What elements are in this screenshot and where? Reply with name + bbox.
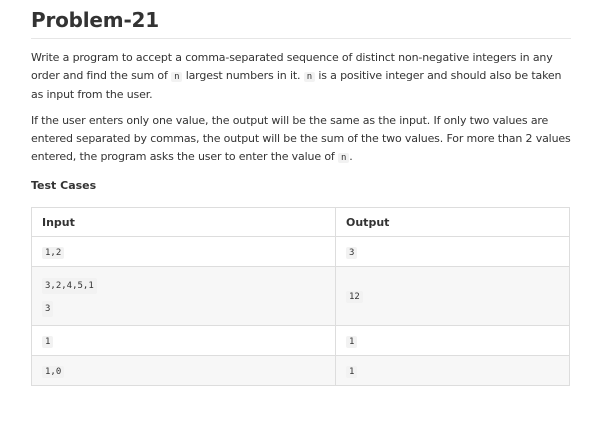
problem-rules: If the user enters only one value, the o… xyxy=(31,112,571,167)
input-cell: 1,2 xyxy=(31,236,336,267)
rules-text: If the user enters only one value, the o… xyxy=(31,114,571,163)
input-value: 3,2,4,5,1 xyxy=(42,278,97,294)
test-cases-table: Input Output 1,2 3 3,2,4,5,1 3 12 1 1 1,0… xyxy=(31,207,570,386)
input-value: 3 xyxy=(42,301,54,317)
problem-description: Write a program to accept a comma-separa… xyxy=(31,49,571,104)
input-column-header: Input xyxy=(31,207,336,237)
inline-code: n xyxy=(303,72,315,82)
input-value: 1 xyxy=(42,335,54,348)
table-row: 1 1 xyxy=(31,325,570,356)
output-cell: 3 xyxy=(335,236,570,267)
inline-code: n xyxy=(337,153,350,163)
output-cell: 1 xyxy=(335,355,570,386)
table-row: 3,2,4,5,1 3 12 xyxy=(31,266,570,326)
test-cases-heading: Test Cases xyxy=(31,179,97,192)
output-value: 3 xyxy=(346,246,358,259)
rules-text: . xyxy=(349,150,353,163)
output-value: 12 xyxy=(346,291,363,303)
description-text: largest numbers in it. xyxy=(182,69,304,82)
input-cell: 1,0 xyxy=(31,355,336,386)
input-value: 1,0 xyxy=(42,365,65,378)
input-cell: 1 xyxy=(31,325,336,356)
problem-page: Problem-21 Write a program to accept a c… xyxy=(31,0,571,386)
page-title: Problem-21 xyxy=(31,0,571,39)
table-header-row: Input Output xyxy=(31,207,570,237)
output-value: 1 xyxy=(346,335,358,348)
inline-code: n xyxy=(171,72,183,82)
output-cell: 1 xyxy=(335,325,570,356)
table-row: 1,0 1 xyxy=(31,355,570,386)
input-cell: 3,2,4,5,1 3 xyxy=(31,266,336,326)
table-row: 1,2 3 xyxy=(31,236,570,267)
output-value: 1 xyxy=(346,365,358,378)
input-value: 1,2 xyxy=(42,246,65,259)
output-column-header: Output xyxy=(335,207,570,237)
output-cell: 12 xyxy=(335,266,570,326)
